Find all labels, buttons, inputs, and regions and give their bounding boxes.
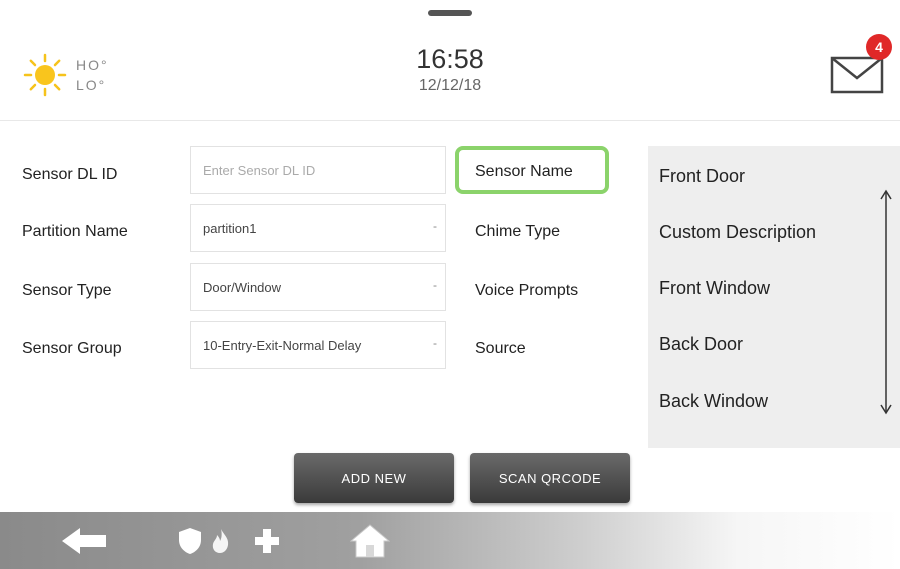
dropdown-icon: - — [433, 336, 437, 350]
drag-handle[interactable] — [428, 10, 472, 16]
sensor-dl-id-placeholder: Enter Sensor DL ID — [203, 162, 316, 178]
messages-button[interactable]: 4 — [828, 34, 892, 96]
low-temp: LO° — [76, 77, 107, 93]
sensor-name-label[interactable]: Sensor Name — [475, 163, 573, 181]
list-item[interactable]: Front Door — [659, 166, 745, 187]
list-item[interactable]: Custom Description — [659, 222, 816, 243]
chime-type-label: Chime Type — [475, 223, 561, 240]
add-new-label: ADD NEW — [341, 470, 407, 486]
list-item[interactable]: Back Window — [659, 391, 768, 412]
sensor-dl-id-input[interactable]: Enter Sensor DL ID — [190, 146, 446, 194]
sensor-dl-id-label: Sensor DL ID — [22, 166, 118, 183]
scan-qrcode-button[interactable]: SCAN QRCODE — [470, 453, 630, 503]
screen: HO° LO° 16:58 12/12/18 4 Sensor DL ID Pa… — [0, 0, 900, 569]
source-label: Source — [475, 340, 526, 357]
unread-badge: 4 — [866, 34, 892, 60]
voice-prompts-label: Voice Prompts — [475, 282, 579, 299]
sensor-name-list[interactable]: Front Door Custom Description Front Wind… — [648, 146, 900, 448]
up-down-arrow-icon — [880, 189, 892, 415]
current-date: 12/12/18 — [418, 77, 482, 94]
sensor-group-label: Sensor Group — [22, 340, 122, 357]
clock: 16:58 12/12/18 — [350, 44, 550, 95]
sensor-type-select[interactable]: Door/Window - — [190, 263, 446, 311]
sensor-group-value: 10-Entry-Exit-Normal Delay — [203, 337, 362, 353]
scan-qrcode-label: SCAN QRCODE — [498, 470, 602, 486]
add-new-button[interactable]: ADD NEW — [294, 453, 454, 503]
unread-count: 4 — [875, 39, 883, 55]
back-arrow-icon[interactable] — [62, 528, 108, 554]
partition-name-label: Partition Name — [22, 223, 128, 240]
home-icon[interactable] — [350, 524, 390, 558]
plus-icon[interactable] — [254, 528, 280, 554]
sun-icon — [23, 53, 67, 97]
partition-name-select[interactable]: partition1 - — [190, 204, 446, 252]
partition-name-value: partition1 — [203, 220, 257, 236]
current-time: 16:58 — [416, 44, 484, 74]
list-item[interactable]: Front Window — [659, 278, 770, 299]
header-divider — [0, 120, 900, 121]
sensor-type-label: Sensor Type — [22, 282, 112, 299]
list-item[interactable]: Back Door — [659, 334, 743, 355]
bottom-nav — [0, 512, 900, 569]
weather-widget[interactable]: HO° LO° — [22, 52, 109, 98]
dropdown-icon: - — [433, 278, 437, 292]
high-temp: HO° — [76, 57, 109, 73]
sensor-type-value: Door/Window — [203, 279, 282, 295]
fire-icon[interactable] — [210, 528, 232, 554]
dropdown-icon: - — [433, 219, 437, 233]
shield-icon[interactable] — [178, 527, 202, 555]
sensor-group-select[interactable]: 10-Entry-Exit-Normal Delay - — [190, 321, 446, 369]
